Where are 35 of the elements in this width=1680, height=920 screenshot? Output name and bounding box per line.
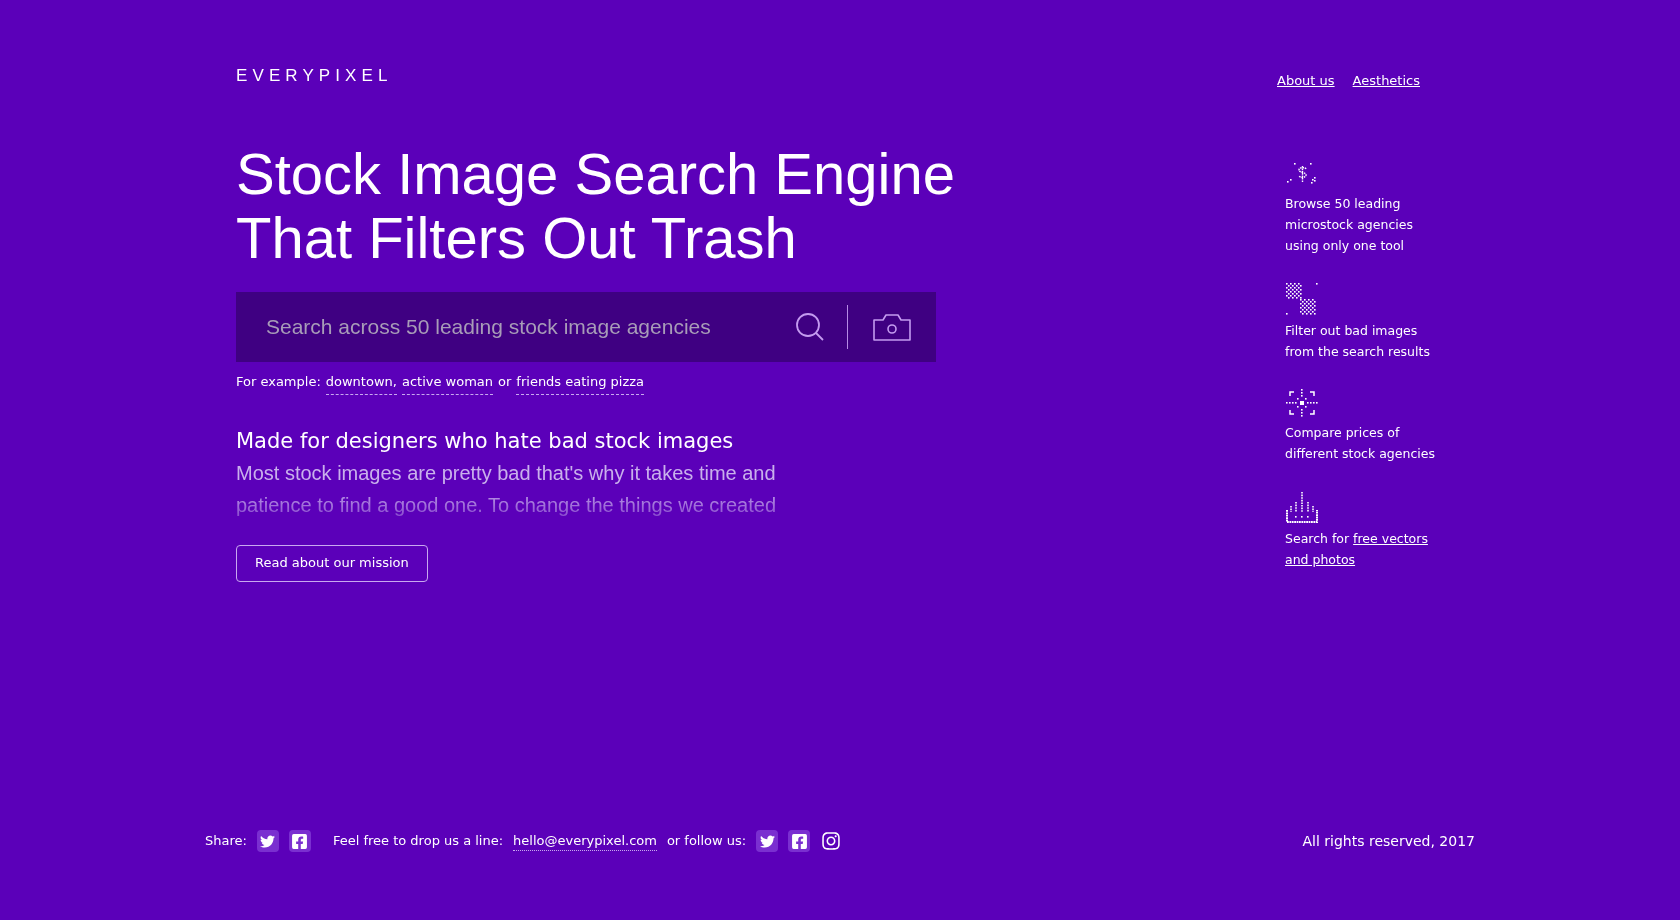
twitter-icon[interactable] [756,830,779,852]
example-joiner: or [498,373,512,391]
follow-text: or follow us: [666,832,747,851]
facebook-icon[interactable] [288,830,311,852]
contact-text: Feel free to drop us a line: [332,832,504,851]
example-link[interactable]: friends eating pizza [516,372,645,395]
free-link[interactable]: and photos [1285,548,1356,570]
headline: Stock Image Search Engine [236,142,956,206]
search-icon[interactable] [795,312,825,342]
mission-button[interactable]: Read about our mission [236,544,428,582]
feature-text: Filter out bad images from the search results [1285,321,1431,361]
logo[interactable]: EVERYPIXEL [236,67,996,84]
pixel-crown-icon [1285,489,1319,524]
free-link[interactable]: free vectors [1353,527,1428,549]
feature-text: Browse 50 leading microstock agencies using only one tool [1285,194,1414,255]
facebook-icon[interactable] [788,830,811,852]
example-label: For example: [236,373,321,391]
copyright: All rights reserved, 2017 [1302,831,1475,851]
twitter-icon[interactable] [256,830,279,852]
instagram-icon[interactable] [820,830,843,852]
example-link[interactable]: downtown, [325,372,397,395]
camera-icon[interactable] [872,312,912,342]
section-heading: Made for designers who hate bad stock images [236,427,735,455]
mission-paragraph: Most stock images are pretty bad that's why it takes time and patience to find a good one. To change the things we created [236,460,778,518]
checker-icon [1285,281,1319,316]
nav-link[interactable]: About us [1277,71,1335,91]
example-link[interactable]: active woman [401,372,494,395]
crosshair-icon [1285,387,1319,418]
feature-text: Compare prices of different stock agencies [1285,423,1435,463]
headline: That Filters Out Trash [236,206,797,270]
search-field[interactable]: Search across 50 leading stock image agencies [236,292,773,362]
share-label: Share: [205,832,247,851]
feature-text: Search for [1285,529,1350,548]
nav-link[interactable]: Aesthetics [1352,71,1420,91]
email-link[interactable]: hello@everypixel.com [513,830,657,852]
